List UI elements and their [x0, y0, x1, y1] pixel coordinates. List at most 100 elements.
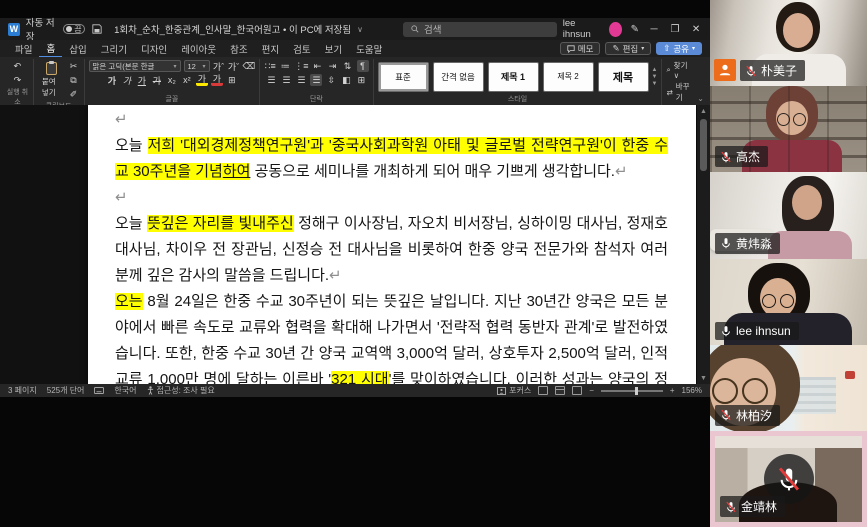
page-count[interactable]: 3 페이지 [8, 385, 37, 396]
participant-namebar: 朴美子 [740, 60, 805, 81]
participant-tile[interactable]: 林柏汐 [710, 345, 867, 431]
vertical-scrollbar[interactable]: ▲ ▼ [697, 105, 710, 384]
menu-tab-4[interactable]: 디자인 [134, 41, 174, 57]
shading-button[interactable]: ◧ [340, 74, 352, 86]
format-painter-button[interactable]: ✐ [68, 88, 80, 100]
participant-tile[interactable]: 黄炜淼 [710, 172, 867, 258]
participant-tile[interactable]: lee ihnsun [710, 259, 867, 345]
restore-button[interactable]: ❐ [669, 24, 681, 35]
align-center-button[interactable]: ☰ [280, 74, 292, 86]
style-box-2[interactable]: 제목 1 [488, 62, 539, 92]
ribbon-tab-row: 파일홈삽입그리기디자인레이아웃참조편지검토보기도움말 메모 ✎편집▾ ⇧공유▾ [0, 40, 710, 57]
paste-button[interactable]: 붙여넣기 [38, 62, 65, 98]
document-title[interactable]: 1회차_순차_한중관계_인사말_한국어원고 • 이 PC에 저장됨 [114, 22, 351, 36]
zoom-slider-thumb[interactable] [635, 387, 638, 395]
align-right-button[interactable]: ☰ [295, 74, 307, 86]
zoom-out-button[interactable]: − [589, 386, 594, 395]
redo-button[interactable]: ↷ [11, 74, 23, 86]
collapse-ribbon-chevron[interactable]: ⌄ [695, 94, 708, 105]
style-box-4[interactable]: 제목 [598, 62, 649, 92]
menu-tab-2[interactable]: 삽입 [62, 41, 93, 57]
focus-mode-button[interactable]: 포커스 [497, 385, 531, 396]
participant-tile[interactable]: 金靖林 [710, 431, 867, 527]
sort-button[interactable]: ⇅ [342, 60, 354, 72]
zoom-slider[interactable] [601, 390, 663, 392]
zoom-level[interactable]: 156% [682, 386, 702, 395]
menu-tab-3[interactable]: 그리기 [94, 41, 134, 57]
avatar[interactable] [609, 22, 622, 37]
borders-button[interactable]: ⊞ [355, 74, 367, 86]
save-icon[interactable] [91, 23, 102, 35]
participant-tile[interactable]: 高杰 [710, 86, 867, 172]
chevron-down-icon[interactable]: ∨ [357, 25, 363, 34]
menu-tab-8[interactable]: 검토 [286, 41, 317, 57]
numbering-button[interactable]: ≔ [279, 60, 291, 72]
toggle-pill[interactable]: 끔 [63, 24, 85, 34]
editing-item-0[interactable]: ⌕찾기 ∨ [666, 60, 691, 80]
styles-gallery-scroll[interactable]: ▲▼▼ [652, 67, 658, 87]
align-left-button[interactable]: ☰ [265, 74, 277, 86]
share-button[interactable]: ⇧공유▾ [656, 42, 702, 55]
keyboard-icon[interactable] [94, 387, 104, 394]
font-color-button[interactable]: 가 [211, 74, 223, 86]
document-page[interactable]: ↵오늘 저희 '대외경제정책연구원'과 '중국사회과학원 아태 및 글로벌 전략… [88, 105, 696, 384]
justify-button[interactable]: ☰ [310, 74, 322, 86]
scroll-down-arrow[interactable]: ▼ [700, 372, 707, 384]
zoom-in-button[interactable]: + [670, 386, 675, 395]
style-box-0[interactable]: 표준 [378, 62, 429, 92]
minimize-button[interactable]: ─ [648, 24, 660, 35]
decrease-indent-button[interactable]: ⇤ [312, 60, 324, 72]
menu-tab-5[interactable]: 레이아웃 [174, 41, 223, 57]
shrink-font-button[interactable]: 가ˇ [228, 60, 240, 72]
font-size-select[interactable]: 12▾ [184, 60, 210, 72]
accessibility-status[interactable]: 접근성: 조사 필요 [147, 385, 215, 396]
styles-group: 표준간격 없음제목 1제목 2제목 ▲▼▼ 스타일 [374, 59, 663, 105]
font-group-label: 글꼴 [89, 93, 256, 105]
superscript-button[interactable]: x² [181, 74, 193, 86]
editing-item-1[interactable]: ⇄바꾸기 [666, 81, 691, 103]
clear-formatting-button[interactable]: ⌫ [243, 60, 256, 72]
increase-indent-button[interactable]: ⇥ [327, 60, 339, 72]
menu-tab-6[interactable]: 참조 [223, 41, 254, 57]
scroll-up-arrow[interactable]: ▲ [700, 105, 707, 117]
read-mode-button[interactable] [538, 386, 548, 395]
ribbon: ↶ ↷ 실행 취소 붙여넣기 ✂ ⧉ ✐ [0, 57, 710, 105]
show-marks-button[interactable]: ¶ [357, 60, 369, 72]
bold-button[interactable]: 가 [106, 74, 118, 86]
print-layout-button[interactable] [555, 386, 565, 395]
grow-font-button[interactable]: 가ˆ [213, 60, 225, 72]
text-highlight-button[interactable]: 가 [196, 74, 208, 86]
undo-group: ↶ ↷ 실행 취소 [2, 59, 34, 105]
line-spacing-button[interactable]: ⇳ [325, 74, 337, 86]
italic-button[interactable]: 가 [121, 74, 133, 86]
copy-button[interactable]: ⧉ [68, 74, 80, 86]
strikethrough-button[interactable]: 가 [151, 74, 163, 86]
menu-tab-9[interactable]: 보기 [318, 41, 349, 57]
character-border-button[interactable]: ⊞ [226, 74, 238, 86]
cut-button[interactable]: ✂ [68, 60, 80, 72]
pencil-icon: ✎ [612, 43, 619, 54]
search-input[interactable]: 검색 [403, 22, 557, 37]
language-status[interactable]: 한국어 [114, 385, 136, 396]
font-name-select[interactable]: 맑은 고딕(본문 한글▾ [89, 60, 181, 72]
draw-pen-icon[interactable]: ✎ [631, 24, 639, 35]
menu-tab-0[interactable]: 파일 [8, 41, 39, 57]
comments-button[interactable]: 메모 [560, 42, 601, 55]
word-count[interactable]: 525개 단어 [47, 385, 85, 396]
menu-tab-10[interactable]: 도움말 [349, 41, 389, 57]
participant-tile[interactable]: 朴美子 [710, 0, 867, 86]
style-box-3[interactable]: 제목 2 [543, 62, 594, 92]
style-box-1[interactable]: 간격 없음 [433, 62, 484, 92]
bullets-button[interactable]: ∷≡ [264, 60, 276, 72]
editing-mode-button[interactable]: ✎편집▾ [605, 42, 651, 55]
undo-button[interactable]: ↶ [11, 60, 23, 72]
multilevel-list-button[interactable]: ⋮≡ [294, 60, 308, 72]
subscript-button[interactable]: x₂ [166, 74, 178, 86]
web-layout-button[interactable] [572, 386, 582, 395]
underline-button[interactable]: 가 [136, 74, 148, 86]
menu-tab-1[interactable]: 홈 [39, 40, 62, 58]
scrollbar-thumb[interactable] [700, 119, 707, 171]
menu-tab-7[interactable]: 편지 [255, 41, 286, 57]
document-text: ↵오늘 저희 '대외경제정책연구원'과 '중국사회과학원 아태 및 글로벌 전략… [88, 105, 696, 384]
close-button[interactable]: ✕ [690, 24, 702, 35]
